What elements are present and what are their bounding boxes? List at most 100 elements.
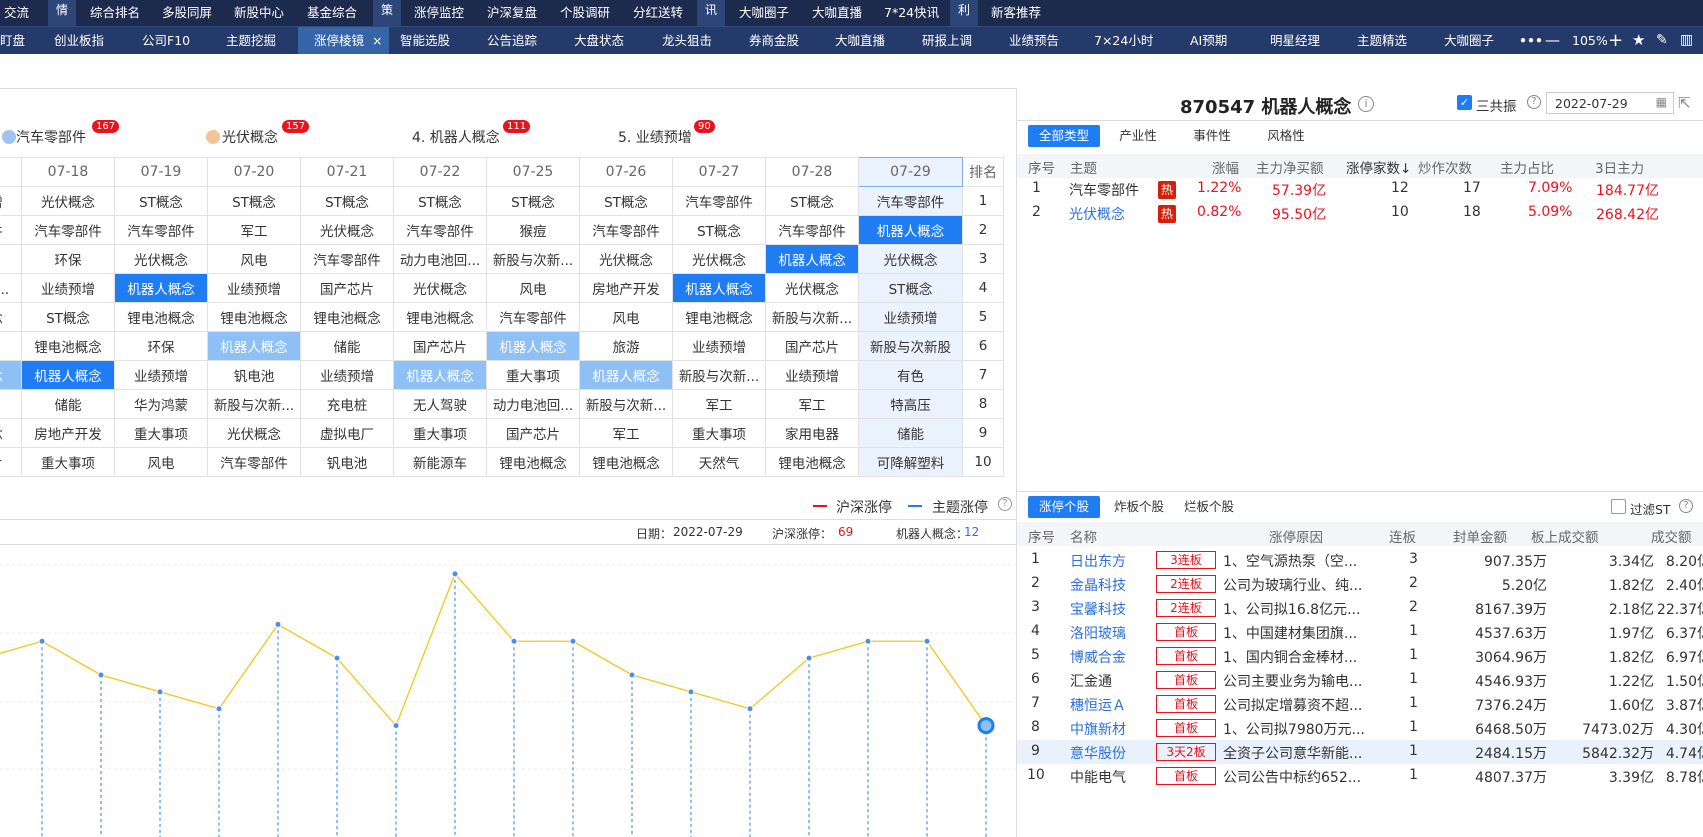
grid-cell[interactable]: 光伏概念 [858,244,963,274]
zoom-out-icon[interactable]: — [1545,27,1560,54]
grid-cell[interactable]: 汽车零部件 [858,186,963,216]
tab-dingpan[interactable]: 盯盘 [0,27,25,54]
grid-cell[interactable]: 光伏概念 [114,244,208,274]
row-name[interactable]: 博威合金 [1070,647,1126,667]
tab-jingxuan[interactable]: 主题精选 [1357,27,1407,54]
grid-cell[interactable]: 光伏概念 [21,186,115,216]
data-point[interactable] [569,637,577,645]
grid-cell[interactable]: ST概念 [21,302,115,332]
data-point[interactable] [923,637,931,645]
menu-item-zhangting[interactable]: 涨停监控 [414,0,464,26]
grid-cell-highlight[interactable]: 机器人概念 [393,360,487,390]
data-point[interactable] [97,671,105,679]
col-ratio[interactable]: 主力占比 [1500,157,1554,177]
grid-cell[interactable]: 业绩预增 [765,360,859,390]
calendar-icon[interactable]: ▦ [1656,95,1667,109]
cat-label[interactable]: 汽车零部件 [16,127,86,147]
tab-f10[interactable]: 公司F10 [142,27,190,54]
date-value[interactable]: 2022-07-29 [1555,96,1628,111]
grid-cell-highlight[interactable]: 机器人概念 [579,360,673,390]
filter-st-checkbox[interactable] [1611,499,1626,514]
grid-cell[interactable]: 片 [0,447,22,477]
grid-cell[interactable]: 光伏概念 [579,244,673,274]
grid-cell[interactable]: 新股与次新... [207,389,301,419]
data-point[interactable] [451,570,459,578]
grid-cell[interactable]: 锂电池概念 [486,447,580,477]
grid-cell[interactable]: 锂电池概念 [114,302,208,332]
current-point[interactable] [977,717,995,735]
grid-cell[interactable]: 国产芯片 [300,273,394,303]
sidebar-toggle-icon[interactable]: ▥ [1680,27,1693,54]
grid-cell[interactable]: 天然气 [672,447,766,477]
grid-cell[interactable]: 新股与次新... [486,244,580,274]
menu-tag-qing[interactable]: 情 [48,0,76,26]
data-point[interactable] [687,688,695,696]
grid-cell[interactable]: 环保 [21,244,115,274]
grid-cell[interactable]: 储能 [858,418,963,448]
grid-cell[interactable]: 重大事项 [21,447,115,477]
help-icon[interactable]: ? [1679,499,1693,513]
col-up[interactable]: 涨停家数↓ [1346,157,1411,177]
grid-cell[interactable]: 汽车零部件 [300,244,394,274]
cat-label[interactable]: 5. 业绩预增 [618,127,692,147]
grid-cell[interactable]: 新股与次新... [765,302,859,332]
grid-cell[interactable]: ST概念 [207,186,301,216]
grid-cell[interactable] [0,389,22,419]
export-icon[interactable]: ⇱ [1678,94,1691,112]
grid-cell[interactable]: ST概念 [114,186,208,216]
pencil-icon[interactable]: ✎ [1656,27,1668,54]
row-theme[interactable]: 汽车零部件 [1069,180,1139,200]
tab-limit-up[interactable]: 涨停个股 [1028,496,1100,518]
tab-broken[interactable]: 炸板个股 [1108,496,1170,518]
grid-cell[interactable]: 军工 [672,389,766,419]
grid-cell[interactable]: 业绩预增 [21,273,115,303]
grid-cell[interactable]: 锂电池概念 [21,331,115,361]
data-point[interactable] [38,637,46,645]
table-row[interactable]: 3 宝馨科技 1、公司拟16.8亿元... 2 8167.39万 2.18亿22.37亿 2… [1017,596,1703,620]
grid-cell[interactable]: 业绩预增 [672,331,766,361]
table-row[interactable]: 1 日出东方 1、空气源热泵（空... 3 907.35万 3.34亿 8.20亿 3连板 [1017,548,1703,572]
tab-ai[interactable]: AI预期 [1190,27,1227,54]
table-row[interactable]: 9 意华股份 全资子公司意华新能... 1 2484.15万 5842.32万 4.74亿 3… [1017,740,1703,764]
table-row[interactable]: 4 洛阳玻璃 1、中国建材集团旗... 1 4537.63万 1.97亿 6.37亿 首板 [1017,620,1703,644]
tab-jingu[interactable]: 券商金股 [749,27,799,54]
grid-cell[interactable]: 军工 [207,215,301,245]
grid-cell[interactable]: ST概念 [672,215,766,245]
date-picker[interactable]: 2022-07-29 ▦ [1546,92,1674,114]
grid-cell[interactable]: 房地产开发 [579,273,673,303]
info-icon[interactable]: i [1358,96,1374,112]
col-3d[interactable]: 3日主力 [1595,157,1644,177]
grid-cell[interactable]: 军工 [579,418,673,448]
grid-cell[interactable]: 业绩预增 [207,273,301,303]
grid-cell[interactable]: 风电 [207,244,301,274]
grid-cell[interactable]: 重大事项 [114,418,208,448]
data-point[interactable] [864,637,872,645]
grid-cell[interactable]: 国产芯片 [393,331,487,361]
grid-cell[interactable]: 汽车零部件 [765,215,859,245]
grid-cell[interactable]: 动力电池回... [486,389,580,419]
data-point[interactable] [392,722,400,730]
menu-item-quanzi[interactable]: 大咖圈子 [739,0,789,26]
grid-cell[interactable]: 无人驾驶 [393,389,487,419]
tab-dapan[interactable]: 大盘状态 [574,27,624,54]
col-lb[interactable]: 连板 [1389,526,1416,546]
grid-cell[interactable]: 国产芯片 [486,418,580,448]
help-icon[interactable]: ? [1527,95,1541,109]
menu-item-fupan[interactable]: 沪深复盘 [487,0,537,26]
grid-cell[interactable]: 锂电池概念 [672,302,766,332]
row-name[interactable]: 中能电气 [1070,767,1126,787]
date-header[interactable]: 07-19 [114,157,208,187]
grid-cell[interactable]: 钒电池 [300,447,394,477]
tab-industry[interactable]: 产业性 [1108,125,1168,147]
row-name[interactable]: 中旗新材 [1070,719,1126,739]
grid-cell[interactable]: 新能源车 [393,447,487,477]
tab-xuangu[interactable]: 智能选股 [400,27,450,54]
grid-cell[interactable]: 念 [0,418,22,448]
more-icon[interactable]: ••• [1519,27,1543,54]
row-theme[interactable]: 光伏概念 [1069,204,1125,224]
grid-cell[interactable]: 锂电池概念 [765,447,859,477]
col-amt[interactable]: 板上成交额 [1531,526,1599,546]
menu-item-jiaoliu[interactable]: 交流 [4,0,29,26]
data-point[interactable] [333,654,341,662]
grid-cell[interactable]: 光伏概念 [300,215,394,245]
